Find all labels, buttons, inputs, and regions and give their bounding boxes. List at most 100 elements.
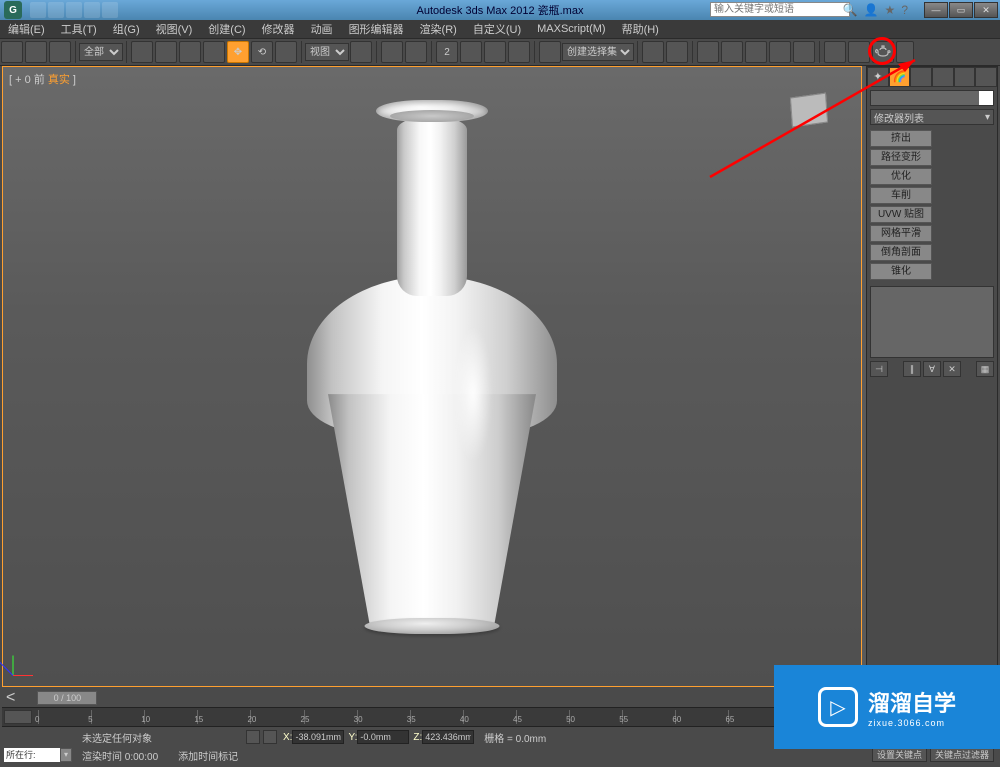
select-name-icon[interactable] [155, 41, 177, 63]
favorite-icon[interactable]: ★ [885, 3, 896, 17]
pivot-center-icon[interactable] [350, 41, 372, 63]
modifier-stack[interactable] [870, 286, 994, 358]
align-icon[interactable] [666, 41, 688, 63]
mod-uvwmap[interactable]: UVW 贴图 [870, 206, 932, 223]
render-production-icon[interactable] [872, 41, 894, 63]
menu-animation[interactable]: 动画 [303, 21, 341, 37]
modifier-list-dropdown[interactable]: 修改器列表▾ [870, 109, 994, 125]
menu-edit[interactable]: 编辑(E) [0, 21, 53, 37]
show-result-icon[interactable]: ∥ [903, 361, 921, 377]
edit-selset-icon[interactable] [539, 41, 561, 63]
spinner-snap-icon[interactable] [508, 41, 530, 63]
mirror-icon[interactable] [642, 41, 664, 63]
snap-2d-icon[interactable]: 2 [436, 41, 458, 63]
help-search-input[interactable] [710, 2, 850, 17]
tab-hierarchy-icon[interactable] [910, 67, 932, 87]
schematic-view-icon[interactable] [769, 41, 791, 63]
rendered-frame-icon[interactable] [848, 41, 870, 63]
remove-mod-icon[interactable]: ✕ [943, 361, 961, 377]
qat-new-icon[interactable] [30, 2, 46, 18]
menu-customize[interactable]: 自定义(U) [465, 21, 529, 37]
menu-help[interactable]: 帮助(H) [614, 21, 667, 37]
pin-stack-icon[interactable]: ⊣ [870, 361, 888, 377]
x-coord-input[interactable] [292, 730, 344, 744]
minimize-button[interactable]: — [924, 2, 948, 18]
curve-editor-icon[interactable] [745, 41, 767, 63]
tab-modify-icon[interactable]: 🌈 [889, 67, 911, 87]
tab-display-icon[interactable] [954, 67, 976, 87]
manipulate-icon[interactable] [381, 41, 403, 63]
qat-undo-icon[interactable] [84, 2, 100, 18]
z-coord-input[interactable] [422, 730, 474, 744]
render-iterative-icon[interactable] [896, 41, 914, 63]
mod-bevelprofile[interactable]: 倒角剖面 [870, 244, 932, 261]
select-region-icon[interactable] [179, 41, 201, 63]
viewport-front[interactable]: [ + 0 前 真实 ] [2, 66, 862, 687]
layer-manager-icon[interactable] [697, 41, 719, 63]
viewport-label[interactable]: [ + 0 前 真实 ] [9, 71, 76, 87]
chevron-down-icon: ▾ [985, 112, 990, 123]
maxscript-listener[interactable]: 所在行: [4, 748, 60, 762]
menu-maxscript[interactable]: MAXScript(M) [529, 23, 613, 35]
menu-tools[interactable]: 工具(T) [53, 21, 105, 37]
time-slider-handle[interactable]: 0 / 100 [37, 691, 97, 705]
mod-pathdeform[interactable]: 路径变形 [870, 149, 932, 166]
named-selset-dropdown[interactable]: 创建选择集 [562, 43, 634, 61]
select-rotate-icon[interactable]: ⟲ [251, 41, 273, 63]
undo-icon[interactable] [1, 41, 23, 63]
help-icon[interactable]: ? [901, 3, 908, 17]
menu-render[interactable]: 渲染(R) [412, 21, 465, 37]
snap-angle-icon[interactable] [460, 41, 482, 63]
menu-modifiers[interactable]: 修改器 [254, 21, 303, 37]
lock-selection-icon[interactable] [246, 730, 260, 744]
menu-create[interactable]: 创建(C) [200, 21, 253, 37]
close-button[interactable]: ✕ [974, 2, 998, 18]
timeslider-left-icon[interactable]: < [6, 689, 15, 707]
menu-group[interactable]: 组(G) [105, 21, 148, 37]
window-crossing-icon[interactable] [203, 41, 225, 63]
search-icon[interactable]: 🔍 [843, 3, 858, 17]
mod-lathe[interactable]: 车削 [870, 187, 932, 204]
link-icon[interactable] [49, 41, 71, 63]
trackbar-menu-icon[interactable] [4, 710, 32, 724]
z-label: Z: [413, 732, 422, 743]
snap-percent-icon[interactable] [484, 41, 506, 63]
object-color-swatch[interactable] [979, 91, 993, 105]
listener-dropdown-icon[interactable]: ▾ [60, 748, 72, 762]
mod-extrude[interactable]: 挤出 [870, 130, 932, 147]
mod-optimize[interactable]: 优化 [870, 168, 932, 185]
qat-open-icon[interactable] [48, 2, 64, 18]
mod-taper[interactable]: 锥化 [870, 263, 932, 280]
menu-view[interactable]: 视图(V) [148, 21, 201, 37]
tab-motion-icon[interactable] [932, 67, 954, 87]
isolate-icon[interactable] [263, 730, 277, 744]
select-icon[interactable] [131, 41, 153, 63]
setkey-button[interactable]: 设置关键点 [872, 748, 927, 762]
keyfilter-button[interactable]: 关键点过滤器 [930, 748, 994, 762]
qat-redo-icon[interactable] [102, 2, 118, 18]
make-unique-icon[interactable]: ∀ [923, 361, 941, 377]
tab-utilities-icon[interactable] [975, 67, 997, 87]
add-timetag-button[interactable]: 添加时间标记 [178, 748, 238, 763]
redo-icon[interactable] [25, 41, 47, 63]
app-icon[interactable]: G [4, 1, 22, 19]
object-name-field[interactable] [870, 90, 994, 106]
maximize-button[interactable]: ▭ [949, 2, 973, 18]
signin-icon[interactable]: 👤 [864, 3, 879, 17]
scene-object-vase[interactable] [302, 94, 562, 634]
graphite-ribbon-icon[interactable] [721, 41, 743, 63]
render-setup-icon[interactable] [824, 41, 846, 63]
viewcube[interactable] [781, 87, 841, 142]
select-scale-icon[interactable] [275, 41, 297, 63]
keyboard-shortcut-icon[interactable] [405, 41, 427, 63]
menu-grapheditor[interactable]: 图形编辑器 [341, 21, 412, 37]
configure-sets-icon[interactable]: ▦ [976, 361, 994, 377]
qat-save-icon[interactable] [66, 2, 82, 18]
mod-meshsmooth[interactable]: 网格平滑 [870, 225, 932, 242]
y-coord-input[interactable] [357, 730, 409, 744]
material-editor-icon[interactable] [793, 41, 815, 63]
select-move-icon[interactable]: ✥ [227, 41, 249, 63]
tab-create-icon[interactable]: ✦ [867, 67, 889, 87]
selection-filter-dropdown[interactable]: 全部 [79, 43, 123, 61]
refcoord-dropdown[interactable]: 视图 [305, 43, 349, 61]
